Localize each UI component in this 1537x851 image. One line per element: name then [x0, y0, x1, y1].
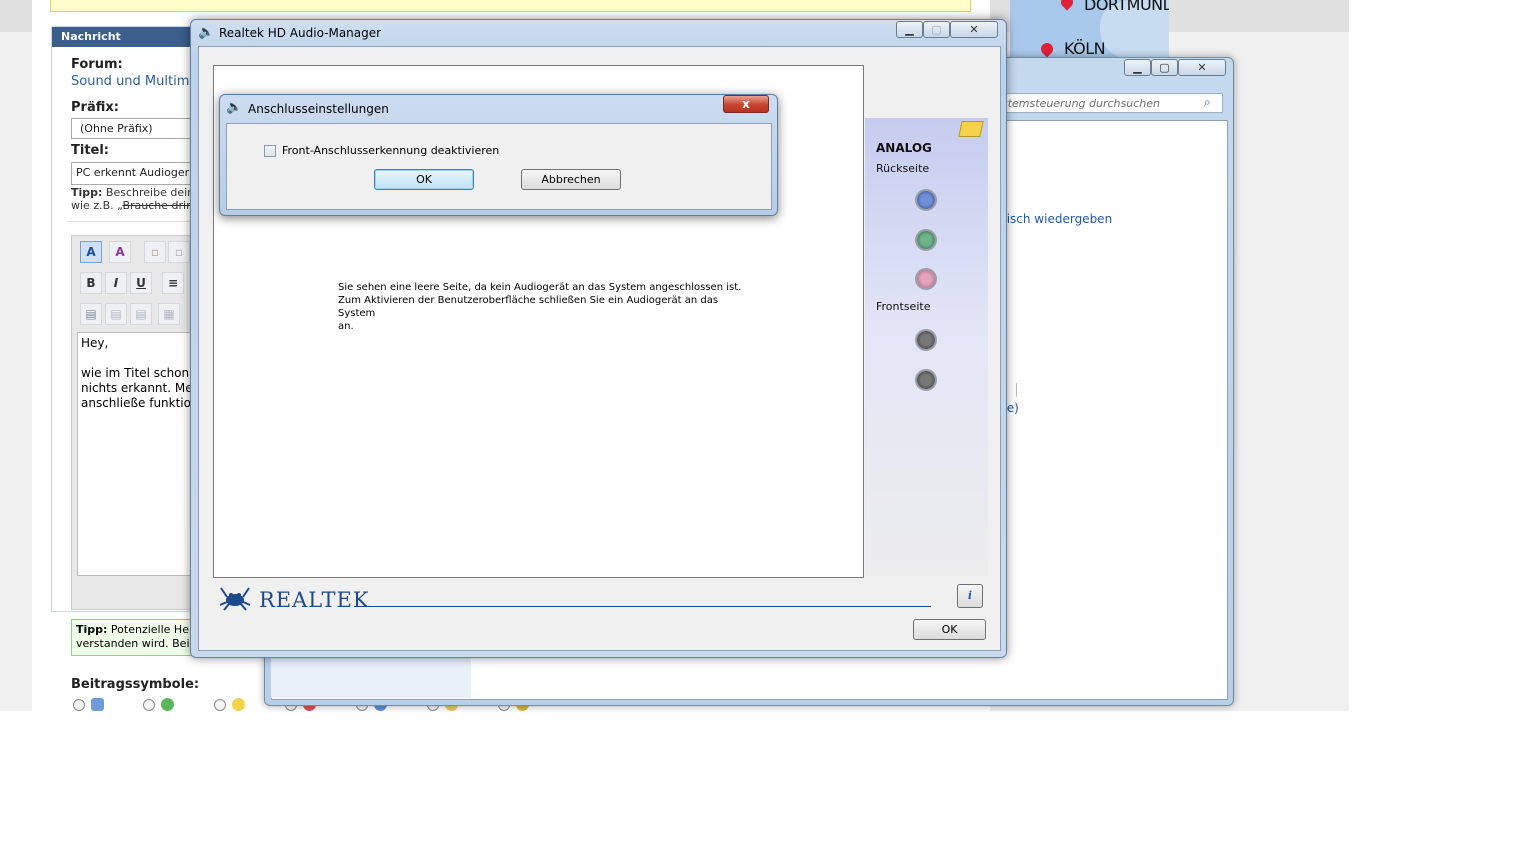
front-detection-checkbox[interactable]: [264, 145, 276, 157]
title-tip: Tipp: Beschreibe dein wie z.B. „Brauche …: [71, 186, 196, 212]
outdent-icon[interactable]: ▤: [130, 303, 152, 325]
tip-box: Tipp: Potenzielle Hel verstanden wird. B…: [71, 619, 201, 656]
font-color-icon[interactable]: A: [109, 241, 131, 263]
search-icon[interactable]: ⌕: [1204, 95, 1211, 110]
dialog-close-button[interactable]: x: [723, 95, 769, 113]
lightbulb-icon: [232, 698, 245, 711]
post-icons-label: Beitragssymbole:: [71, 677, 200, 692]
forum-link[interactable]: Sound und Multimed: [71, 74, 196, 89]
indent-icon[interactable]: ▤: [105, 303, 127, 325]
close-button[interactable]: ✕: [1178, 59, 1226, 76]
realtek-ok-button[interactable]: OK: [913, 619, 986, 640]
minimize-button[interactable]: ▁: [1124, 59, 1151, 76]
autoplay-link[interactable]: tisch wiedergeben: [1002, 212, 1112, 226]
title-label: Titel:: [71, 143, 110, 158]
underline-icon[interactable]: U: [130, 272, 152, 294]
map-pin-icon: [1058, 0, 1076, 11]
refresh-icon: [161, 698, 174, 711]
checkbox-label: Front-Anschlusserkennung deaktivieren: [282, 144, 500, 157]
divider: [1016, 383, 1017, 397]
map-city-label: KÖLN: [1064, 39, 1106, 58]
close-button[interactable]: ✕: [950, 21, 998, 38]
analog-heading: ANALOG: [876, 141, 932, 155]
document-icon: [91, 698, 104, 711]
front-jack[interactable]: [915, 369, 937, 391]
forum-label: Forum:: [71, 57, 123, 72]
editor-textarea[interactable]: Hey, wie im Titel schon nichts erkannt. …: [77, 332, 201, 576]
tip-example-strike: Brauche drin: [122, 199, 194, 212]
message-line: Sie sehen eine leere Seite, da kein Audi…: [338, 282, 742, 293]
table-icon[interactable]: ▦: [158, 303, 180, 325]
tip-example-prefix: wie z.B. „: [71, 199, 123, 212]
window-title: Realtek HD Audio-Manager: [219, 26, 382, 40]
list-icon[interactable]: ▤: [80, 303, 102, 325]
search-input[interactable]: stemsteuerung durchsuchen: [995, 93, 1223, 113]
post-icon-radio[interactable]: [214, 699, 226, 711]
logo-divider: [356, 606, 931, 607]
rear-label: Rückseite: [876, 162, 930, 175]
title-input[interactable]: PC erkennt Audioger: [71, 162, 196, 185]
dialog-ok-button[interactable]: OK: [374, 169, 474, 190]
post-icon-radio[interactable]: [143, 699, 155, 711]
paste-icon[interactable]: ▫: [168, 241, 190, 263]
align-left-icon[interactable]: ≡: [162, 272, 184, 294]
tip2-bold: Tipp:: [76, 623, 108, 636]
realtek-logo-text: REALTEK: [259, 588, 370, 612]
map-widget[interactable]: DORTMUND KÖLN: [1010, 0, 1169, 62]
realtek-crab-icon: [218, 585, 252, 611]
copy-icon[interactable]: ▫: [144, 241, 166, 263]
rear-jack-blue[interactable]: [915, 189, 937, 211]
divider: [67, 221, 200, 222]
info-icon[interactable]: i: [957, 584, 983, 608]
bold-icon[interactable]: B: [80, 272, 102, 294]
rear-jack-pink[interactable]: [915, 268, 937, 290]
front-jack[interactable]: [915, 329, 937, 351]
dialog-content: [226, 123, 772, 210]
message-line: Zum Aktivieren der Benutzeroberfläche sc…: [338, 295, 719, 319]
map-pin-icon: [1038, 40, 1056, 58]
tip2-text-2: verstanden wird. Bei: [76, 637, 190, 650]
notice-bar: [50, 0, 971, 12]
speaker-icon: 🔈: [226, 100, 243, 115]
tip-text: Beschreibe dein: [105, 186, 195, 199]
font-size-icon[interactable]: A: [80, 241, 102, 263]
maximize-button[interactable]: ▢: [1151, 59, 1178, 76]
front-label: Frontseite: [876, 300, 931, 313]
dialog-cancel-button[interactable]: Abbrechen: [521, 169, 621, 190]
no-device-message: Sie sehen eine leere Seite, da kein Audi…: [338, 281, 748, 333]
minimize-button[interactable]: ▁: [896, 21, 923, 38]
maximize-button: ▢: [923, 21, 950, 38]
italic-icon[interactable]: I: [105, 272, 127, 294]
map-city-label: DORTMUND: [1084, 0, 1169, 14]
speaker-icon: 🔈: [198, 25, 215, 40]
message-form-header: Nachricht: [52, 27, 211, 47]
post-icon-radio[interactable]: [73, 699, 85, 711]
tip-bold: Tipp:: [71, 186, 103, 199]
message-line: an.: [338, 321, 354, 332]
folder-icon[interactable]: [958, 121, 984, 137]
dialog-title: Anschlusseinstellungen: [248, 102, 389, 116]
rear-jack-green[interactable]: [915, 229, 937, 251]
prefix-select[interactable]: (Ohne Präfix): [71, 118, 196, 139]
tip2-text: Potenzielle Hel: [110, 623, 193, 636]
prefix-label: Präfix:: [71, 100, 119, 115]
